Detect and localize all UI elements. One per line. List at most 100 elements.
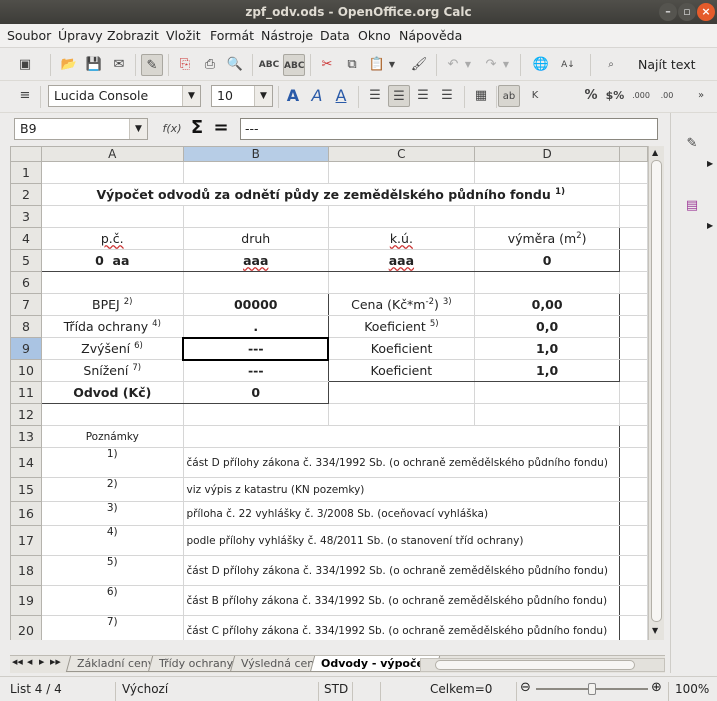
redo-dropdown-icon[interactable]: ▼ xyxy=(500,54,512,76)
spreadsheet-grid[interactable]: A B C D 1 2 Výpočet odvodů za odnětí půd… xyxy=(10,146,648,640)
corner-select-all[interactable] xyxy=(10,146,43,162)
cell[interactable] xyxy=(619,615,648,640)
note-number-cell[interactable]: 7) xyxy=(41,615,184,640)
note-text-cell[interactable]: část C přílohy zákona č. 334/1992 Sb. (o… xyxy=(182,615,621,640)
menu-data[interactable]: Data xyxy=(320,28,350,43)
header-pc-cell[interactable]: p.č. xyxy=(41,227,184,250)
cell[interactable] xyxy=(619,161,648,184)
koef1-label-cell[interactable]: Koeficient 5) xyxy=(327,315,475,338)
row-header[interactable]: 5 xyxy=(10,249,43,272)
row-header[interactable]: 3 xyxy=(10,205,43,228)
bold-icon[interactable]: A xyxy=(282,85,304,107)
currency-icon[interactable]: K xyxy=(524,85,546,107)
row-header[interactable]: 15 xyxy=(10,477,43,502)
menu-format[interactable]: Formát xyxy=(210,28,254,43)
scrollbar-thumb[interactable] xyxy=(435,660,635,670)
horizontal-scrollbar[interactable] xyxy=(420,658,665,672)
header-vymera-cell[interactable]: výměra (m2) xyxy=(473,227,621,250)
vertical-scrollbar[interactable]: ▲ ▼ xyxy=(648,146,664,640)
column-header-a[interactable]: A xyxy=(41,146,184,162)
align-left-icon[interactable]: ☰ xyxy=(364,85,386,107)
column-header-b[interactable]: B xyxy=(182,146,329,162)
row-header[interactable]: 17 xyxy=(10,525,43,556)
cell[interactable] xyxy=(619,425,648,448)
poznamky-cell[interactable]: Poznámky xyxy=(41,425,184,448)
koef1-value-cell[interactable]: 0,0 xyxy=(473,315,621,338)
bpej-value-cell[interactable]: 00000 xyxy=(182,293,329,316)
cell[interactable] xyxy=(619,381,648,404)
status-zoom[interactable]: 100% xyxy=(675,682,709,696)
minimize-button[interactable]: – xyxy=(659,3,677,21)
note-text-cell[interactable]: část B přílohy zákona č. 334/1992 Sb. (o… xyxy=(182,585,621,616)
spellcheck-icon[interactable]: ABC xyxy=(258,54,280,76)
zoom-out-icon[interactable]: ⊖ xyxy=(520,680,531,695)
next-sheet-icon[interactable]: ▶ xyxy=(39,658,44,666)
note-number-cell[interactable]: 1) xyxy=(41,447,184,478)
wrap-text-icon[interactable]: ab xyxy=(498,85,520,107)
koef2-value-cell[interactable]: 1,0 xyxy=(473,337,621,360)
row-header[interactable]: 11 xyxy=(10,381,43,404)
trida-value-cell[interactable]: . xyxy=(182,315,329,338)
note-text-cell[interactable]: část D přílohy zákona č. 334/1992 Sb. (o… xyxy=(182,447,621,478)
row-header[interactable]: 8 xyxy=(10,315,43,338)
cell[interactable] xyxy=(619,555,648,586)
note-text-cell[interactable]: část D přílohy zákona č. 334/1992 Sb. (o… xyxy=(182,555,621,586)
row-header[interactable]: 9 xyxy=(10,337,43,360)
note-text-cell[interactable]: příloha č. 22 vyhlášky č. 3/2008 Sb. (oc… xyxy=(182,501,621,526)
zvyseni-value-cell-selected[interactable]: --- xyxy=(181,336,330,361)
panel-expand-icon[interactable]: ▶ xyxy=(707,221,713,230)
cell[interactable] xyxy=(619,501,648,526)
row-header[interactable]: 7 xyxy=(10,293,43,316)
cell[interactable] xyxy=(619,271,648,294)
add-decimal-icon[interactable]: .000 xyxy=(630,85,652,107)
header-ku-cell[interactable]: k.ú. xyxy=(327,227,475,250)
menu-vlozit[interactable]: Vložit xyxy=(166,28,201,43)
export-pdf-icon[interactable]: ⎘ xyxy=(174,54,196,76)
cell[interactable] xyxy=(327,205,475,228)
cell[interactable] xyxy=(182,425,621,448)
clone-formatting-icon[interactable]: 🖌 xyxy=(408,54,430,76)
column-header-e[interactable] xyxy=(619,146,648,162)
note-number-cell[interactable]: 6) xyxy=(41,585,184,616)
edit-file-icon[interactable]: ✎ xyxy=(141,54,163,76)
cell[interactable] xyxy=(41,271,184,294)
underline-icon[interactable]: A xyxy=(330,85,352,107)
snizeni-label-cell[interactable]: Snížení 7) xyxy=(41,359,184,382)
menu-zobrazit[interactable]: Zobrazit xyxy=(107,28,159,43)
italic-icon[interactable]: A xyxy=(306,85,328,107)
last-sheet-icon[interactable]: ▶▶ xyxy=(50,658,61,666)
delete-decimal-icon[interactable]: .00 xyxy=(656,85,678,107)
percent-icon[interactable]: % xyxy=(580,85,602,107)
cell[interactable] xyxy=(41,205,184,228)
cell[interactable] xyxy=(619,293,648,316)
font-name-select[interactable]: Lucida Console ▼ xyxy=(48,85,201,107)
close-button[interactable]: × xyxy=(697,3,715,21)
cell[interactable] xyxy=(473,381,621,404)
note-text-cell[interactable]: podle přílohy vyhlášky č. 48/2011 Sb. (o… xyxy=(182,525,621,556)
odvod-value-cell[interactable]: 0 xyxy=(182,381,329,404)
first-sheet-icon[interactable]: ◀◀ xyxy=(12,658,23,666)
status-page-style[interactable]: Výchozí xyxy=(122,682,168,696)
koef3-value-cell[interactable]: 1,0 xyxy=(473,359,621,382)
value-druh-cell[interactable]: aaa xyxy=(182,249,329,272)
odvod-label-cell[interactable]: Odvod (Kč) xyxy=(41,381,184,404)
justify-icon[interactable]: ☰ xyxy=(436,85,458,107)
cell[interactable] xyxy=(619,315,648,338)
open-icon[interactable]: 📂 xyxy=(58,54,80,76)
print-preview-icon[interactable]: 🔍 xyxy=(224,54,246,76)
zoom-in-icon[interactable]: ⊕ xyxy=(651,680,662,695)
cell[interactable] xyxy=(619,477,648,502)
zvyseni-label-cell[interactable]: Zvýšení 6) xyxy=(41,337,184,360)
menu-soubor[interactable]: Soubor xyxy=(7,28,51,43)
cell[interactable] xyxy=(473,161,621,184)
note-number-cell[interactable]: 5) xyxy=(41,555,184,586)
save-icon[interactable]: 💾 xyxy=(83,54,105,76)
cell[interactable] xyxy=(619,183,648,206)
styles-panel-icon[interactable]: ▤ xyxy=(681,195,703,217)
autospellcheck-icon[interactable]: ABC xyxy=(283,54,305,76)
column-header-d[interactable]: D xyxy=(473,146,621,162)
value-pc-cell[interactable]: 0 aa xyxy=(41,249,184,272)
note-number-cell[interactable]: 4) xyxy=(41,525,184,556)
zoom-slider-handle[interactable] xyxy=(588,683,596,695)
cell[interactable] xyxy=(619,585,648,616)
